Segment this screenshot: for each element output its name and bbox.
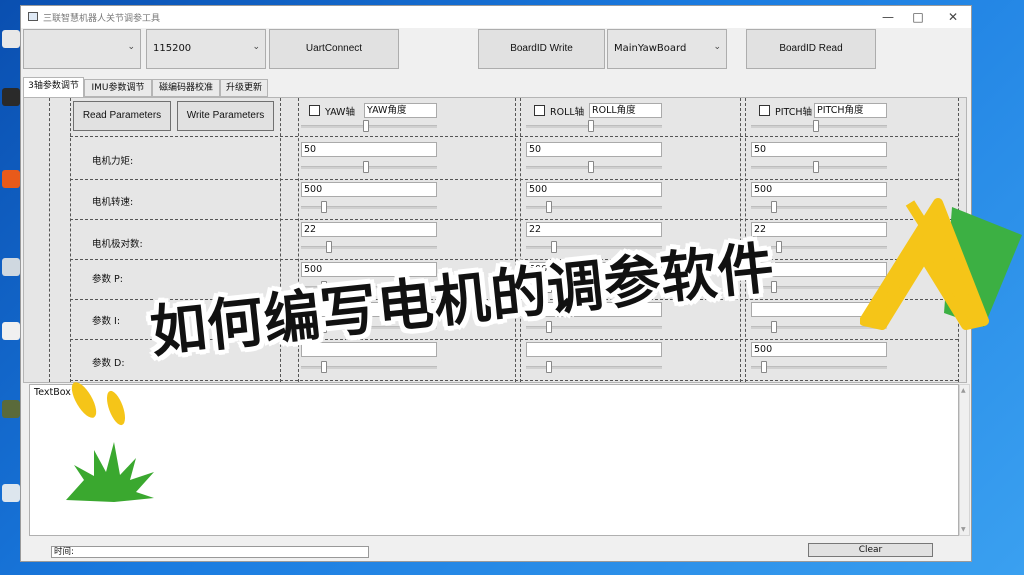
axis-checkbox-2[interactable] xyxy=(759,105,770,116)
chevron-down-icon: ⌄ xyxy=(713,42,721,52)
param-slider-track-2-0[interactable] xyxy=(751,166,887,169)
axis-angle-field-0[interactable]: YAW角度 xyxy=(364,103,437,118)
tent-logo xyxy=(860,198,1022,330)
tab-imu-params[interactable]: IMU参数调节 xyxy=(84,79,152,97)
yellow-leaf xyxy=(71,382,97,418)
boardid-write-button[interactable]: BoardID Write xyxy=(478,29,605,69)
axis-checkbox-0[interactable] xyxy=(309,105,320,116)
serial-port-combo[interactable]: ⌄ xyxy=(23,29,141,69)
scroll-down-icon[interactable]: ▼ xyxy=(961,526,966,533)
desktop-icon-1[interactable] xyxy=(2,30,20,48)
tab-magnetic-encoder[interactable]: 磁编码器校准 xyxy=(152,79,220,97)
baud-rate-value: 115200 xyxy=(153,43,192,54)
desktop-icon-4[interactable] xyxy=(2,258,20,276)
desktop-icon-2[interactable] xyxy=(2,88,20,106)
param-slider-track-2-5[interactable] xyxy=(751,366,887,369)
write-parameters-button[interactable]: Write Parameters xyxy=(177,101,274,131)
angle-slider-thumb-2[interactable] xyxy=(813,120,819,132)
baud-rate-combo[interactable]: 115200 ⌄ xyxy=(146,29,266,69)
time-field: 时间: xyxy=(51,546,369,558)
axis-angle-field-1[interactable]: ROLL角度 xyxy=(589,103,662,118)
board-select-value: MainYawBoard xyxy=(614,43,687,54)
param-slider-track-0-2[interactable] xyxy=(301,246,437,249)
desktop-icon-6[interactable] xyxy=(2,400,20,418)
desktop-icon-7[interactable] xyxy=(2,484,20,502)
param-slider-thumb-2-2[interactable] xyxy=(776,241,782,253)
param-input-0-0[interactable]: 50 xyxy=(301,142,437,157)
param-slider-thumb-2-0[interactable] xyxy=(813,161,819,173)
motor-torque-label: 电机力矩: xyxy=(92,156,134,167)
param-slider-thumb-2-5[interactable] xyxy=(761,361,767,373)
param-input-1-2[interactable]: 22 xyxy=(526,222,662,237)
axis-label-0: YAW轴 xyxy=(325,107,355,118)
tab-firmware-update[interactable]: 升级更新 xyxy=(220,79,268,97)
angle-slider-thumb-1[interactable] xyxy=(588,120,594,132)
axis-label-2: PITCH轴 xyxy=(775,107,813,118)
param-i-label: 参数 I: xyxy=(92,316,121,327)
log-scrollbar[interactable]: ▲ ▼ xyxy=(959,384,970,536)
param-input-0-2[interactable]: 22 xyxy=(301,222,437,237)
param-slider-track-0-0[interactable] xyxy=(301,166,437,169)
param-slider-thumb-1-0[interactable] xyxy=(588,161,594,173)
axis-checkbox-1[interactable] xyxy=(534,105,545,116)
param-slider-thumb-2-1[interactable] xyxy=(771,201,777,213)
row-divider xyxy=(70,136,958,137)
tab-3axis-params[interactable]: 3轴参数调节 xyxy=(23,77,84,98)
param-slider-track-1-0[interactable] xyxy=(526,166,662,169)
param-input-2-5[interactable]: 500 xyxy=(751,342,887,357)
chevron-down-icon: ⌄ xyxy=(127,42,135,52)
param-d-label: 参数 D: xyxy=(92,358,125,369)
desktop-icon-3[interactable] xyxy=(2,170,20,188)
angle-slider-track-2[interactable] xyxy=(751,125,887,128)
angle-slider-track-1[interactable] xyxy=(526,125,662,128)
app-icon xyxy=(28,12,38,21)
boardid-read-button[interactable]: BoardID Read xyxy=(746,29,876,69)
axis-angle-field-2[interactable]: PITCH角度 xyxy=(814,103,887,118)
param-slider-thumb-0-1[interactable] xyxy=(321,201,327,213)
yellow-leaf xyxy=(106,390,126,426)
desktop-icon-5[interactable] xyxy=(2,322,20,340)
axis-label-1: ROLL轴 xyxy=(550,107,585,118)
grass-sticker xyxy=(66,382,154,502)
angle-slider-track-0[interactable] xyxy=(301,125,437,128)
divider xyxy=(49,98,50,382)
param-slider-thumb-0-5[interactable] xyxy=(321,361,327,373)
param-slider-thumb-0-0[interactable] xyxy=(363,161,369,173)
param-input-2-0[interactable]: 50 xyxy=(751,142,887,157)
param-input-0-1[interactable]: 500 xyxy=(301,182,437,197)
param-input-1-0[interactable]: 50 xyxy=(526,142,662,157)
row-divider xyxy=(70,219,958,220)
uart-connect-button[interactable]: UartConnect xyxy=(269,29,399,69)
param-slider-thumb-0-2[interactable] xyxy=(326,241,332,253)
close-button[interactable]: ✕ xyxy=(936,8,970,26)
maximize-button[interactable]: □ xyxy=(901,8,935,26)
row-divider xyxy=(70,380,958,381)
row-divider xyxy=(70,179,958,180)
param-slider-thumb-2-4[interactable] xyxy=(771,321,777,333)
chevron-down-icon: ⌄ xyxy=(252,42,260,52)
motor-pole-pairs-label: 电机极对数: xyxy=(92,239,143,250)
param-input-1-1[interactable]: 500 xyxy=(526,182,662,197)
scroll-up-icon[interactable]: ▲ xyxy=(961,387,966,394)
motor-speed-label: 电机转速: xyxy=(92,197,134,208)
param-p-label: 参数 P: xyxy=(92,274,123,285)
read-parameters-button[interactable]: Read Parameters xyxy=(73,101,171,131)
grass-tuft xyxy=(66,442,154,502)
title-bar[interactable]: 三联智慧机器人关节调参工具 — □ ✕ xyxy=(21,6,971,28)
log-textbox[interactable]: TextBox xyxy=(29,384,959,536)
board-select-combo[interactable]: MainYawBoard ⌄ xyxy=(607,29,727,69)
minimize-button[interactable]: — xyxy=(871,8,905,26)
param-input-1-5[interactable] xyxy=(526,342,662,357)
param-slider-thumb-1-1[interactable] xyxy=(546,201,552,213)
clear-button[interactable]: Clear xyxy=(808,543,933,557)
window-title: 三联智慧机器人关节调参工具 xyxy=(43,14,161,24)
param-slider-thumb-1-5[interactable] xyxy=(546,361,552,373)
angle-slider-thumb-0[interactable] xyxy=(363,120,369,132)
